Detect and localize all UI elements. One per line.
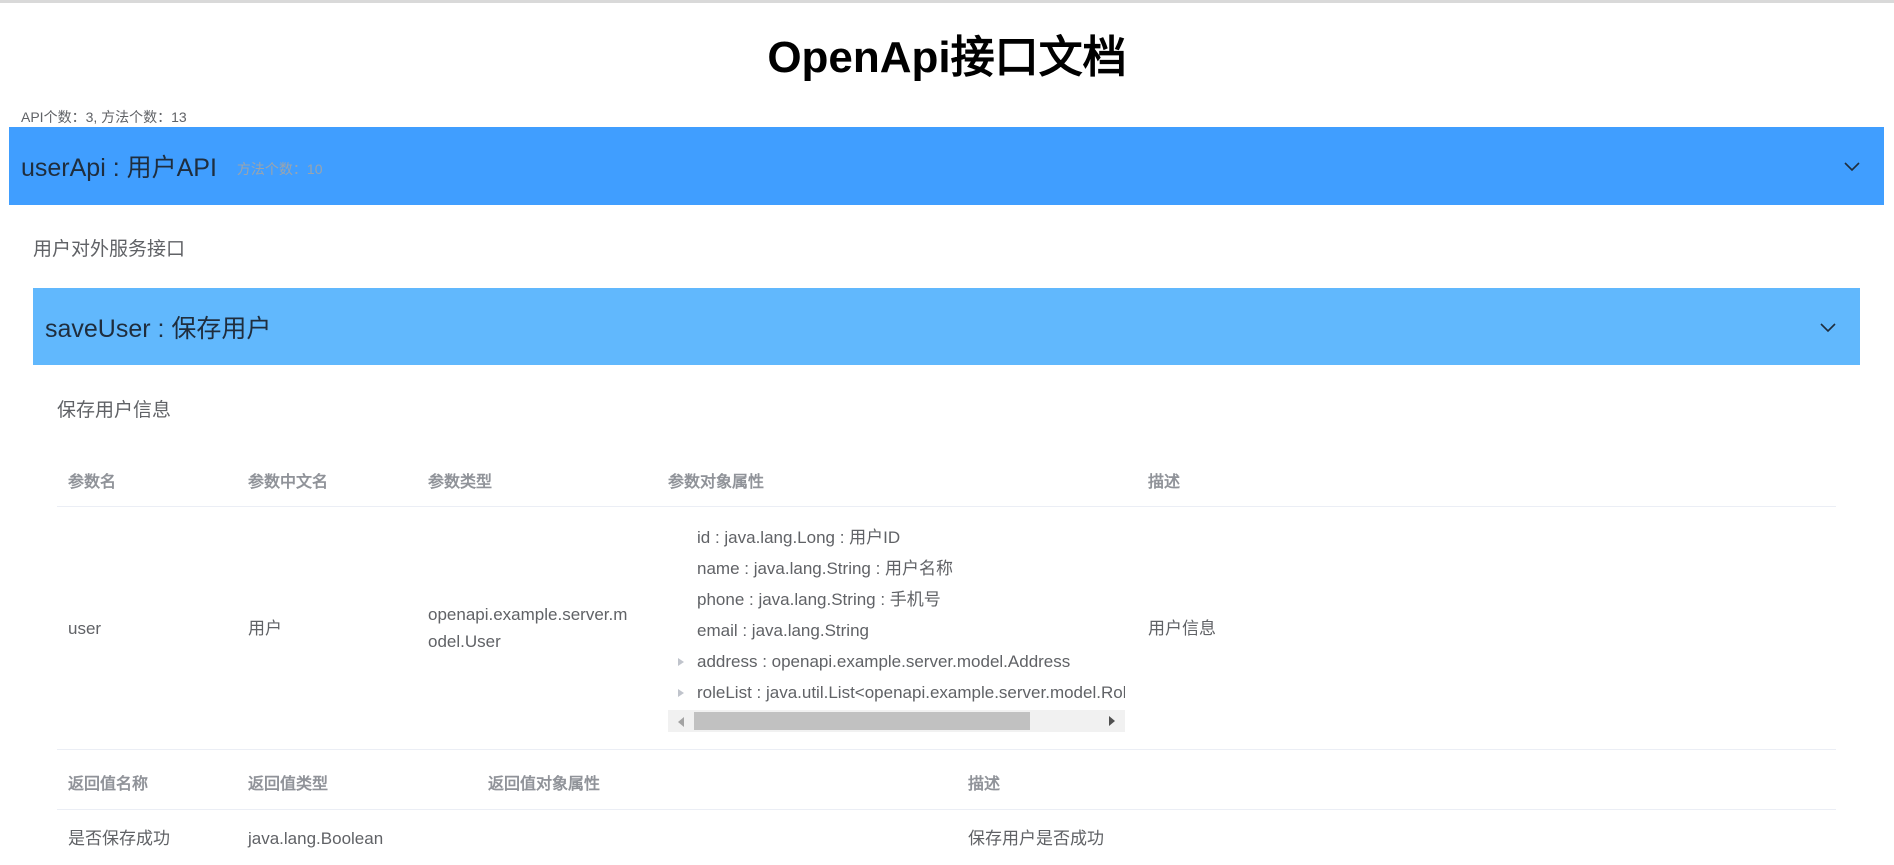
tree-node-label: name : java.lang.String : 用户名称	[697, 559, 954, 578]
param-properties-tree[interactable]: id : java.lang.Long : 用户ID name : java.l…	[668, 522, 1125, 704]
tree-node-label: address : openapi.example.server.model.A…	[697, 652, 1071, 671]
scroll-left-arrow-icon[interactable]	[678, 717, 684, 727]
param-type-line: openapi.example.server.m	[428, 605, 628, 624]
caret-right-icon[interactable]	[678, 658, 684, 666]
return-name: 是否保存成功	[68, 829, 170, 848]
return-header-description: 描述	[968, 776, 1001, 793]
param-description: 用户信息	[1148, 619, 1216, 638]
chevron-down-icon[interactable]	[1818, 317, 1838, 337]
table-divider	[57, 809, 1836, 810]
return-header-properties: 返回值对象属性	[488, 776, 601, 793]
params-header-name: 参数名	[68, 474, 117, 491]
return-type: java.lang.Boolean	[248, 829, 384, 848]
params-header-cn-name: 参数中文名	[248, 474, 329, 491]
tree-node-label: email : java.lang.String	[697, 621, 869, 640]
horizontal-scrollbar[interactable]	[668, 710, 1125, 732]
param-type: openapi.example.server.m odel.User	[428, 601, 627, 655]
tree-node-label: roleList : java.util.List<openapi.exampl…	[697, 683, 1125, 702]
api-stats: API个数：3, 方法个数：13	[21, 109, 187, 125]
param-cn-name: 用户	[248, 619, 282, 638]
params-header-description: 描述	[1148, 474, 1181, 491]
params-header-type: 参数类型	[428, 474, 493, 491]
return-description: 保存用户是否成功	[968, 829, 1104, 848]
page-title: OpenApi接口文档	[767, 33, 1127, 82]
api-collapse-header[interactable]: userApi : 用户API 方法个数：10	[9, 127, 1884, 205]
chevron-down-icon[interactable]	[1842, 156, 1862, 176]
tree-node-label: phone : java.lang.String : 手机号	[697, 590, 941, 609]
api-description: 用户对外服务接口	[33, 239, 186, 260]
table-divider	[57, 506, 1836, 507]
method-description: 保存用户信息	[57, 400, 172, 421]
params-header-properties: 参数对象属性	[668, 474, 765, 491]
method-collapse-header[interactable]: saveUser : 保存用户	[33, 288, 1860, 365]
top-border	[0, 0, 1894, 3]
return-header-name: 返回值名称	[68, 776, 149, 793]
api-method-count: 方法个数：10	[236, 161, 323, 177]
api-title: userApi : 用户API	[21, 154, 217, 182]
tree-node-label: id : java.lang.Long : 用户ID	[697, 528, 901, 547]
return-header-type: 返回值类型	[248, 776, 329, 793]
param-type-line: odel.User	[428, 632, 501, 651]
param-name: user	[68, 619, 102, 638]
table-divider	[57, 749, 1836, 750]
method-title: saveUser : 保存用户	[45, 314, 272, 343]
caret-right-icon[interactable]	[678, 689, 684, 697]
scrollbar-thumb[interactable]	[694, 712, 1030, 730]
scroll-right-arrow-icon[interactable]	[1109, 716, 1115, 726]
